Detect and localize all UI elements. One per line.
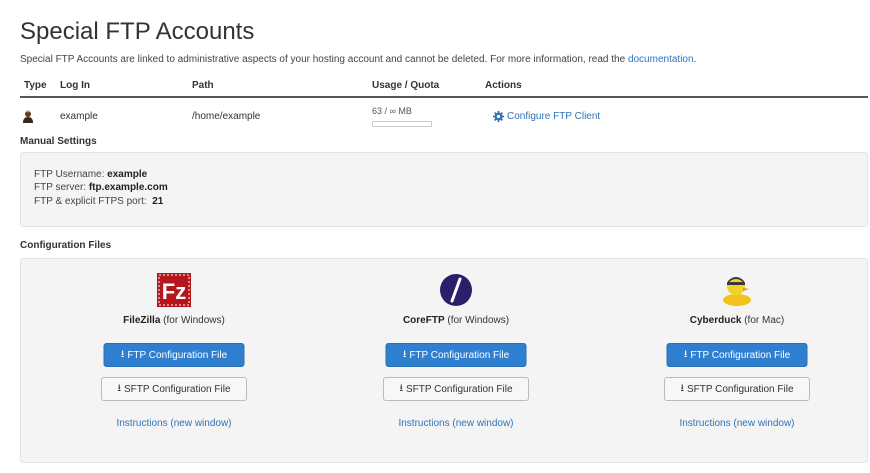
download-icon: ⭳ — [399, 382, 403, 394]
coreftp-icon — [440, 274, 472, 306]
download-icon: ⭳ — [120, 348, 125, 360]
instructions-link[interactable]: Instructions (new window) — [647, 418, 827, 429]
ftp-config-file-button[interactable]: ⭳ FTP Configuration File — [666, 343, 808, 367]
ftp-config-file-button[interactable]: ⭳ FTP Configuration File — [103, 343, 245, 367]
path-value: /home/example — [192, 111, 261, 122]
col-login: Log In — [60, 80, 90, 91]
button-label: SFTP Configuration File — [405, 383, 513, 395]
manual-settings-heading: Manual Settings — [20, 136, 97, 147]
instructions-link[interactable]: Instructions (new window) — [84, 418, 264, 429]
client-title: CoreFTP — [402, 315, 445, 326]
user-icon — [23, 110, 33, 123]
client-filezilla: Fz FileZilla (for Windows) ⭳ FTP Configur… — [84, 259, 264, 464]
col-actions: Actions — [485, 80, 522, 91]
client-cyberduck: Cyberduck (for Mac) ⭳ FTP Configuration F… — [647, 259, 827, 464]
ftp-port-line: FTP & explicit FTPS port: 21 — [34, 196, 163, 207]
sftp-config-file-button[interactable]: ⭳ SFTP Configuration File — [664, 377, 810, 401]
configuration-files-panel: Fz FileZilla (for Windows) ⭳ FTP Configur… — [20, 258, 868, 463]
download-icon: ⭳ — [683, 348, 688, 360]
download-icon: ⭳ — [402, 348, 407, 360]
table-row: example /home/example 63 / ∞ MB Configur… — [20, 100, 868, 134]
ftp-server-label: FTP server: — [34, 182, 89, 193]
ftp-username-value: example — [107, 169, 148, 180]
client-coreftp: CoreFTP (for Windows) ⭳ FTP Configuration… — [366, 259, 546, 464]
page-title: Special FTP Accounts — [20, 18, 255, 45]
ftp-server-value: ftp.example.com — [88, 182, 168, 193]
client-name: CoreFTP (for Windows) — [366, 315, 546, 326]
instructions-link[interactable]: Instructions (new window) — [366, 418, 546, 429]
table-header: Type Log In Path Usage / Quota Actions — [20, 78, 868, 98]
button-label: SFTP Configuration File — [686, 383, 794, 395]
col-usage: Usage / Quota — [372, 80, 440, 91]
manual-settings-panel: FTP Username: example FTP server: ftp.ex… — [20, 152, 868, 227]
client-title: Cyberduck — [689, 315, 742, 326]
col-path: Path — [192, 80, 214, 91]
sftp-config-file-button[interactable]: ⭳ SFTP Configuration File — [101, 377, 247, 401]
sftp-config-file-button[interactable]: ⭳ SFTP Configuration File — [383, 377, 529, 401]
login-value: example — [60, 111, 98, 122]
svg-text:Fz: Fz — [162, 279, 186, 304]
configuration-files-heading: Configuration Files — [20, 240, 112, 251]
ftp-username-line: FTP Username: example — [34, 169, 147, 180]
ftp-server-line: FTP server: ftp.example.com — [34, 182, 168, 193]
ftp-username-label: FTP Username: — [34, 169, 108, 180]
ftp-port-value: 21 — [152, 196, 164, 207]
client-platform: (for Windows) — [444, 315, 510, 326]
client-name: FileZilla (for Windows) — [84, 315, 264, 326]
description-period: . — [693, 54, 697, 65]
usage-value: 63 / ∞ MB — [372, 106, 412, 116]
documentation-link[interactable]: documentation — [628, 54, 694, 65]
ftp-port-label: FTP & explicit FTPS port: — [34, 196, 153, 207]
client-title: FileZilla — [123, 315, 161, 326]
configure-ftp-client-label: Configure FTP Client — [507, 111, 601, 122]
filezilla-icon: Fz — [157, 273, 191, 307]
download-icon: ⭳ — [680, 382, 684, 394]
gear-icon — [493, 111, 504, 122]
usage-bar — [372, 121, 432, 127]
button-label: FTP Configuration File — [409, 349, 510, 361]
description-text: Special FTP Accounts are linked to admin… — [20, 54, 628, 65]
cyberduck-icon — [723, 277, 751, 306]
client-platform: (for Mac) — [741, 315, 785, 326]
button-label: FTP Configuration File — [690, 349, 791, 361]
ftp-config-file-button[interactable]: ⭳ FTP Configuration File — [385, 343, 527, 367]
button-label: SFTP Configuration File — [123, 383, 231, 395]
button-label: FTP Configuration File — [127, 349, 228, 361]
client-name: Cyberduck (for Mac) — [647, 315, 827, 326]
download-icon: ⭳ — [117, 382, 121, 394]
client-platform: (for Windows) — [160, 315, 225, 326]
configure-ftp-client-link[interactable]: Configure FTP Client — [493, 111, 600, 122]
page: Special FTP Accounts Special FTP Account… — [10, 0, 870, 473]
col-type: Type — [24, 80, 47, 91]
page-description: Special FTP Accounts are linked to admin… — [20, 54, 696, 65]
